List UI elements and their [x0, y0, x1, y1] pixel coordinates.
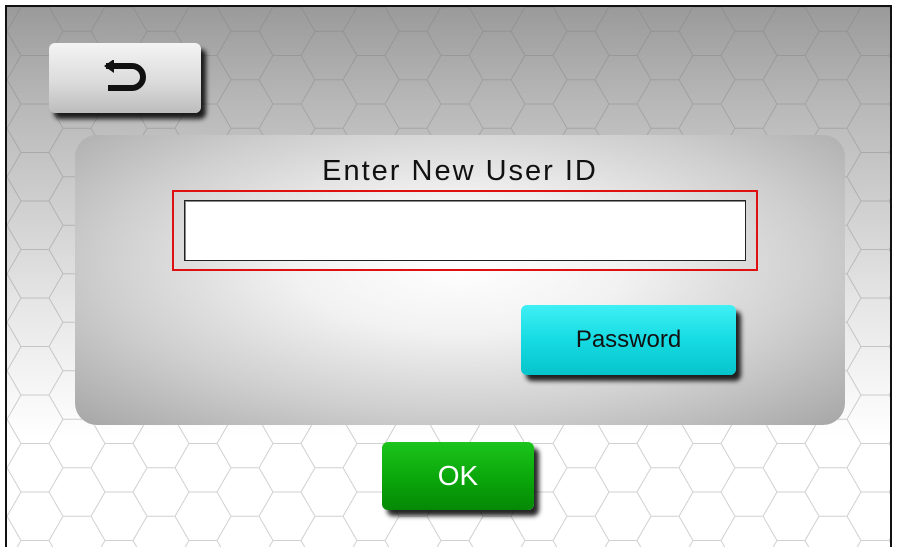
- input-focus-frame: [172, 190, 758, 271]
- back-arrow-icon: [104, 60, 146, 91]
- user-id-input[interactable]: [184, 200, 746, 261]
- panel-title: Enter New User ID: [322, 155, 598, 187]
- screen: Enter New User ID Password OK: [5, 5, 892, 547]
- user-id-panel: Enter New User ID Password: [75, 135, 845, 425]
- password-button[interactable]: Password: [521, 305, 736, 375]
- back-button[interactable]: [49, 43, 201, 113]
- ok-button[interactable]: OK: [382, 442, 534, 510]
